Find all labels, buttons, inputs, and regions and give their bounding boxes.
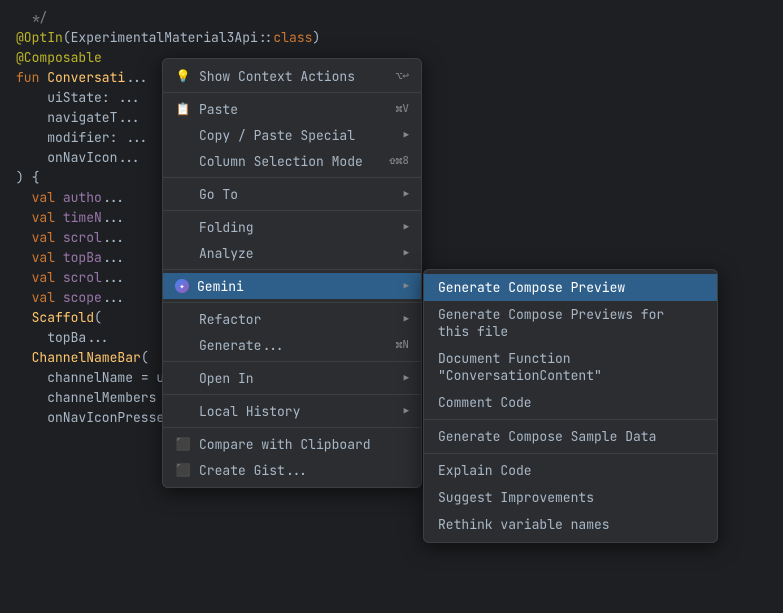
empty-icon bbox=[175, 311, 191, 327]
menu-item-label: Refactor bbox=[199, 311, 261, 328]
submenu-separator bbox=[424, 453, 717, 454]
menu-item-analyze[interactable]: Analyze bbox=[163, 240, 421, 266]
submenu-item-label: Explain Code bbox=[438, 462, 532, 479]
submenu-item-explain-code[interactable]: Explain Code bbox=[424, 457, 717, 484]
shortcut-display: ⌘V bbox=[396, 102, 409, 116]
menu-item-label: Generate... bbox=[199, 337, 285, 354]
empty-icon bbox=[175, 245, 191, 261]
shortcut-display: ⇧⌘8 bbox=[389, 154, 409, 168]
menu-item-refactor[interactable]: Refactor bbox=[163, 306, 421, 332]
menu-item-label: Copy / Paste Special bbox=[199, 127, 355, 144]
arrow-icon bbox=[400, 188, 409, 200]
gist-icon: ⬛ bbox=[175, 462, 191, 478]
menu-item-label: Create Gist... bbox=[199, 462, 308, 479]
menu-separator bbox=[163, 210, 421, 211]
menu-separator bbox=[163, 177, 421, 178]
code-line: */ bbox=[0, 8, 783, 28]
submenu-item-label: Document Function "ConversationContent" bbox=[438, 350, 703, 384]
empty-icon bbox=[175, 153, 191, 169]
menu-item-create-gist[interactable]: ⬛ Create Gist... bbox=[163, 457, 421, 483]
menu-item-folding[interactable]: Folding bbox=[163, 214, 421, 240]
arrow-icon bbox=[400, 247, 409, 259]
empty-icon bbox=[175, 127, 191, 143]
submenu-item-document-function[interactable]: Document Function "ConversationContent" bbox=[424, 345, 717, 389]
submenu-item-label: Generate Compose Preview bbox=[438, 279, 625, 296]
submenu-item-label: Comment Code bbox=[438, 394, 532, 411]
submenu-item-generate-compose-sample[interactable]: Generate Compose Sample Data bbox=[424, 423, 717, 450]
menu-item-label: Local History bbox=[199, 403, 300, 420]
menu-item-label: Open In bbox=[199, 370, 254, 387]
menu-separator bbox=[163, 269, 421, 270]
submenu-item-label: Generate Compose Previews for this file bbox=[438, 306, 703, 340]
menu-item-label: Show Context Actions bbox=[199, 68, 355, 85]
menu-separator bbox=[163, 302, 421, 303]
menu-separator bbox=[163, 92, 421, 93]
empty-icon bbox=[175, 186, 191, 202]
menu-item-label: Analyze bbox=[199, 245, 254, 262]
menu-item-go-to[interactable]: Go To bbox=[163, 181, 421, 207]
menu-item-compare-clipboard[interactable]: ⬛ Compare with Clipboard bbox=[163, 431, 421, 457]
arrow-icon bbox=[400, 372, 409, 384]
empty-icon bbox=[175, 337, 191, 353]
menu-item-generate[interactable]: Generate... ⌘N bbox=[163, 332, 421, 358]
menu-item-label: Gemini bbox=[197, 278, 244, 295]
gemini-submenu: Generate Compose Preview Generate Compos… bbox=[423, 269, 718, 543]
empty-icon bbox=[175, 403, 191, 419]
menu-item-label: Compare with Clipboard bbox=[199, 436, 371, 453]
code-line: @OptIn(ExperimentalMaterial3Api::class) bbox=[0, 28, 783, 48]
empty-icon bbox=[175, 370, 191, 386]
menu-item-label: Folding bbox=[199, 219, 254, 236]
shortcut-display: ⌥↩ bbox=[396, 69, 409, 83]
context-menu: 💡 Show Context Actions ⌥↩ 📋 Paste ⌘V Cop… bbox=[162, 58, 422, 488]
submenu-item-comment-code[interactable]: Comment Code bbox=[424, 389, 717, 416]
arrow-icon bbox=[400, 405, 409, 417]
menu-item-local-history[interactable]: Local History bbox=[163, 398, 421, 424]
submenu-item-label: Rethink variable names bbox=[438, 516, 610, 533]
arrow-icon bbox=[400, 313, 409, 325]
empty-icon bbox=[175, 219, 191, 235]
submenu-item-generate-compose-preview[interactable]: Generate Compose Preview bbox=[424, 274, 717, 301]
bulb-icon: 💡 bbox=[175, 68, 191, 84]
arrow-icon bbox=[400, 280, 409, 292]
menu-item-show-context-actions[interactable]: 💡 Show Context Actions ⌥↩ bbox=[163, 63, 421, 89]
menu-item-copy-paste-special[interactable]: Copy / Paste Special bbox=[163, 122, 421, 148]
menu-separator bbox=[163, 427, 421, 428]
menu-separator bbox=[163, 361, 421, 362]
submenu-item-label: Generate Compose Sample Data bbox=[438, 428, 656, 445]
menu-item-label: Paste bbox=[199, 101, 238, 118]
submenu-item-suggest-improvements[interactable]: Suggest Improvements bbox=[424, 484, 717, 511]
gemini-icon: ✦ bbox=[175, 279, 189, 293]
menu-separator bbox=[163, 394, 421, 395]
compare-icon: ⬛ bbox=[175, 436, 191, 452]
menu-item-label: Column Selection Mode bbox=[199, 153, 363, 170]
menu-item-gemini[interactable]: ✦ Gemini Generate Compose Preview Genera… bbox=[163, 273, 421, 299]
arrow-icon bbox=[400, 129, 409, 141]
menu-item-open-in[interactable]: Open In bbox=[163, 365, 421, 391]
shortcut-display: ⌘N bbox=[396, 338, 409, 352]
menu-item-label: Go To bbox=[199, 186, 238, 203]
paste-icon: 📋 bbox=[175, 101, 191, 117]
submenu-separator bbox=[424, 419, 717, 420]
menu-item-column-selection[interactable]: Column Selection Mode ⇧⌘8 bbox=[163, 148, 421, 174]
arrow-icon bbox=[400, 221, 409, 233]
submenu-item-generate-compose-previews-file[interactable]: Generate Compose Previews for this file bbox=[424, 301, 717, 345]
submenu-item-label: Suggest Improvements bbox=[438, 489, 594, 506]
menu-item-paste[interactable]: 📋 Paste ⌘V bbox=[163, 96, 421, 122]
submenu-item-rethink-variable[interactable]: Rethink variable names bbox=[424, 511, 717, 538]
